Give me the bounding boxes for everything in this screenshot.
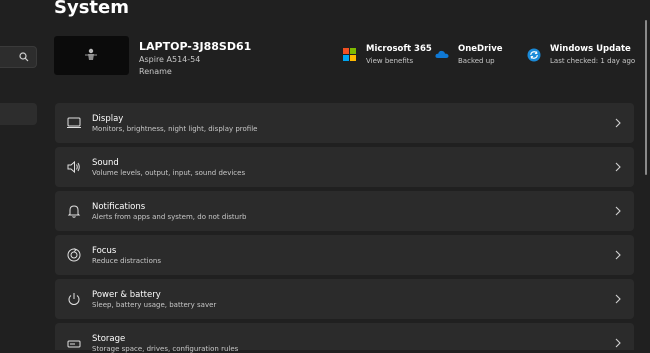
settings-card-subtitle: Alerts from apps and system, do not dist… bbox=[92, 213, 247, 221]
settings-card-subtitle: Monitors, brightness, night light, displ… bbox=[92, 125, 258, 133]
status-subtitle: Last checked: 1 day ago bbox=[550, 57, 636, 65]
status-title: Microsoft 365 bbox=[366, 44, 432, 54]
power-icon bbox=[68, 293, 80, 305]
settings-card-title: Sound bbox=[92, 158, 119, 168]
device-name: LAPTOP-3J88SD61 bbox=[139, 40, 252, 53]
nav-item-system[interactable] bbox=[0, 103, 37, 125]
chevron-right-icon bbox=[615, 338, 621, 348]
settings-card-focus[interactable]: Focus Reduce distractions bbox=[55, 235, 634, 275]
windows-update-icon bbox=[527, 48, 541, 62]
settings-card-subtitle: Sleep, battery usage, battery saver bbox=[92, 301, 217, 309]
search-input[interactable] bbox=[0, 46, 37, 68]
settings-card-power-battery[interactable]: Power & battery Sleep, battery usage, ba… bbox=[55, 279, 634, 319]
scrollbar[interactable] bbox=[645, 20, 647, 175]
settings-card-display[interactable]: Display Monitors, brightness, night ligh… bbox=[55, 103, 634, 143]
device-model: Aspire A514-54 bbox=[139, 55, 201, 64]
rename-link[interactable]: Rename bbox=[139, 67, 172, 76]
settings-card-sound[interactable]: Sound Volume levels, output, input, soun… bbox=[55, 147, 634, 187]
speaker-icon bbox=[67, 160, 80, 174]
status-onedrive[interactable]: OneDrive Backed up bbox=[435, 44, 515, 70]
status-microsoft-365[interactable]: Microsoft 365 View benefits bbox=[343, 44, 433, 70]
chevron-right-icon bbox=[615, 162, 621, 172]
device-image bbox=[54, 36, 129, 75]
wallpaper-figure-icon bbox=[85, 48, 97, 60]
settings-card-title: Power & battery bbox=[92, 290, 161, 300]
search-icon bbox=[19, 52, 29, 62]
status-subtitle: View benefits bbox=[366, 57, 414, 65]
onedrive-icon bbox=[435, 50, 449, 58]
navigation-pane bbox=[0, 0, 44, 350]
status-title: OneDrive bbox=[458, 44, 503, 54]
settings-card-subtitle: Reduce distractions bbox=[92, 257, 161, 265]
settings-card-notifications[interactable]: Notifications Alerts from apps and syste… bbox=[55, 191, 634, 231]
microsoft-365-icon bbox=[343, 48, 356, 61]
bell-icon bbox=[67, 205, 81, 218]
status-title: Windows Update bbox=[550, 44, 631, 54]
settings-card-title: Storage bbox=[92, 334, 126, 344]
settings-card-title: Focus bbox=[92, 246, 117, 256]
settings-card-title: Notifications bbox=[92, 202, 146, 212]
status-windows-update[interactable]: Windows Update Last checked: 1 day ago bbox=[527, 44, 639, 70]
chevron-right-icon bbox=[615, 118, 621, 128]
chevron-right-icon bbox=[615, 206, 621, 216]
storage-icon bbox=[67, 340, 81, 348]
page-title: System bbox=[54, 0, 129, 18]
focus-icon bbox=[67, 248, 81, 262]
settings-card-title: Display bbox=[92, 114, 124, 124]
settings-card-subtitle: Storage space, drives, configuration rul… bbox=[92, 345, 239, 353]
settings-card-subtitle: Volume levels, output, input, sound devi… bbox=[92, 169, 246, 177]
monitor-icon bbox=[67, 117, 81, 128]
settings-card-storage[interactable]: Storage Storage space, drives, configura… bbox=[55, 323, 634, 353]
chevron-right-icon bbox=[615, 250, 621, 260]
status-subtitle: Backed up bbox=[458, 57, 495, 65]
chevron-right-icon bbox=[615, 294, 621, 304]
